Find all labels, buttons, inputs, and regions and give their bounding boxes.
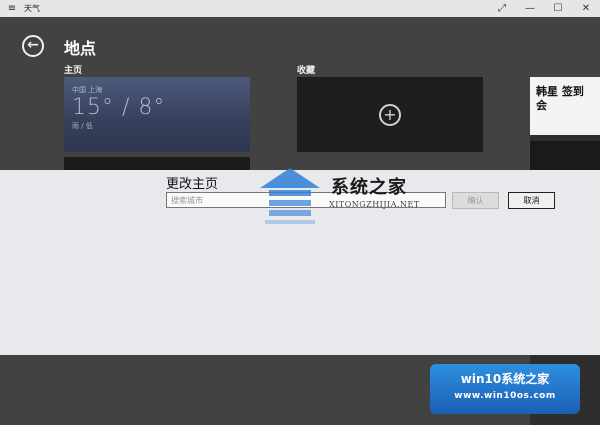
watermark-house-logo [260, 168, 320, 224]
tile-condition: 雨 / 低 [72, 122, 93, 130]
fullscreen-icon[interactable]: ⤢ [488, 3, 516, 14]
add-icon: + [379, 103, 401, 126]
home-location-tile[interactable]: 中国 上海 15° / 8° 雨 / 低 [64, 77, 250, 152]
badge-title: win10系统之家 [460, 372, 550, 386]
watermark-badge: win10系统之家 www.win10os.com [430, 364, 580, 414]
close-button[interactable]: ✕ [572, 3, 600, 14]
secondary-tile[interactable] [64, 157, 250, 171]
ad-banner: 韩星 签到会 [530, 77, 600, 135]
tile-city: 中国 上海 [72, 86, 103, 94]
title-bar: ≡ 天气 ⤢ — ☐ ✕ [0, 0, 600, 17]
favorites-section-label: 收藏 [297, 66, 316, 76]
maximize-button[interactable]: ☐ [544, 3, 572, 14]
cancel-button[interactable]: 取消 [508, 192, 555, 209]
back-arrow-icon[interactable]: ← [22, 35, 44, 57]
watermark-site-url: XITONGZHIJIA.NET [329, 200, 420, 209]
app-title: 天气 [24, 4, 40, 13]
minimize-button[interactable]: — [516, 3, 544, 14]
confirm-button[interactable]: 确认 [452, 192, 499, 209]
add-favorite-tile[interactable]: + [297, 77, 483, 152]
home-section-label: 主页 [64, 66, 83, 76]
weather-app-window: ≡ 天气 ⤢ — ☐ ✕ ← 地点 主页 收藏 中国 上海 15° / 8° 雨… [0, 0, 600, 425]
page-title: 地点 [64, 39, 97, 58]
hamburger-icon[interactable]: ≡ [0, 3, 24, 14]
tile-temperature: 15° / 8° [72, 95, 166, 120]
badge-url: www.win10os.com [454, 391, 556, 401]
dialog-title: 更改主页 [166, 177, 219, 192]
watermark-site-name: 系统之家 [331, 177, 407, 198]
